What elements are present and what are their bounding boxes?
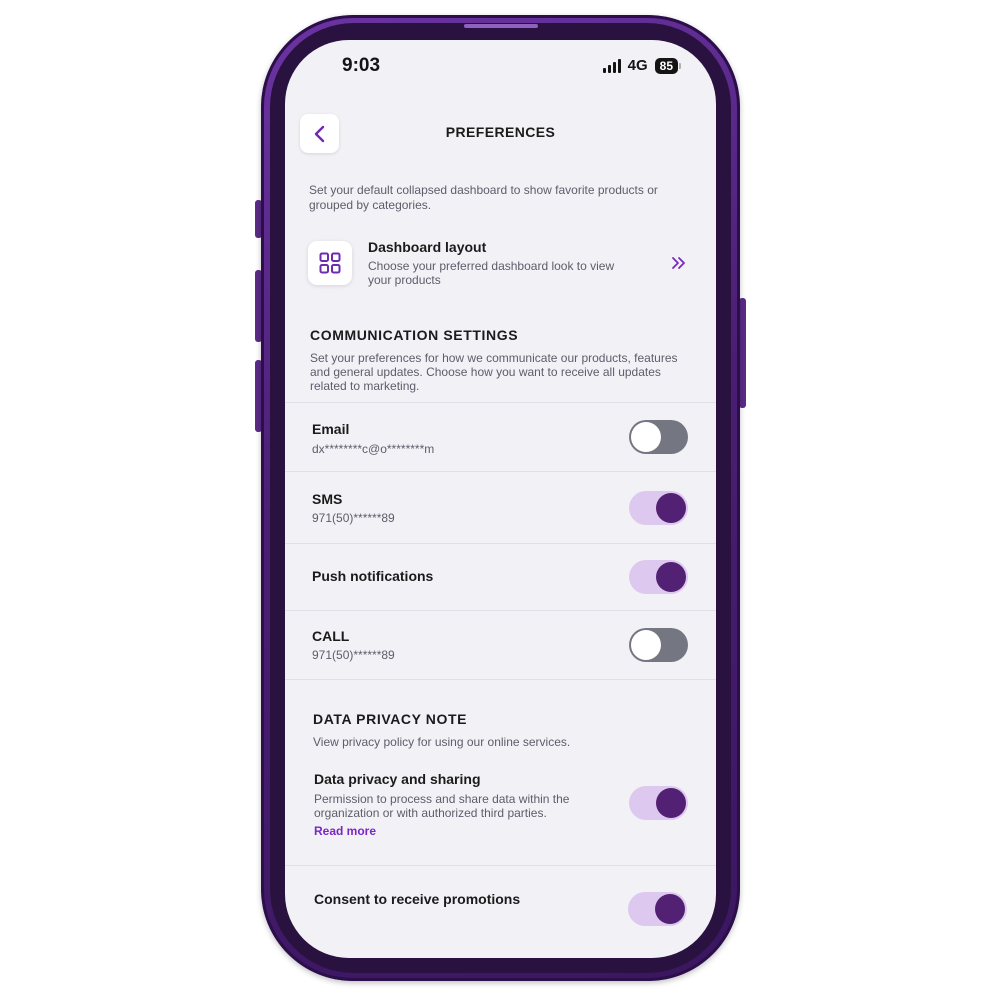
communication-settings-heading: COMMUNICATION SETTINGS (310, 327, 519, 343)
email-value: dx********c@o********m (312, 442, 435, 456)
divider (285, 402, 716, 403)
promotions-toggle[interactable] (628, 892, 687, 926)
push-notifications-title: Push notifications (312, 568, 434, 584)
email-toggle[interactable] (629, 420, 688, 454)
dashboard-layout-icon-box (308, 241, 352, 285)
push-notifications-toggle[interactable] (629, 560, 688, 594)
data-privacy-sharing-title: Data privacy and sharing (314, 771, 481, 787)
data-privacy-description: View privacy policy for using our online… (313, 735, 571, 749)
divider (285, 679, 716, 680)
intro-text: Set your default collapsed dashboard to … (309, 183, 658, 212)
dashboard-layout-description: Choose your preferred dashboard look to … (368, 259, 615, 287)
call-value: 971(50)******89 (312, 648, 395, 662)
network-type: 4G (627, 57, 648, 74)
signal-icon (602, 58, 621, 73)
divider (285, 865, 716, 866)
dashboard-layout-title: Dashboard layout (368, 239, 487, 255)
sms-title: SMS (312, 491, 343, 507)
status-time: 9:03 (342, 55, 381, 76)
battery-level: 85 (654, 57, 678, 74)
communication-settings-description: Set your preferences for how we communic… (310, 351, 678, 393)
divider (285, 471, 716, 472)
grid-icon (319, 252, 341, 274)
call-title: CALL (312, 628, 350, 644)
power-button[interactable] (739, 298, 746, 408)
data-privacy-heading: DATA PRIVACY NOTE (313, 711, 468, 727)
double-chevron-right-icon[interactable] (671, 255, 687, 271)
sms-toggle[interactable] (629, 491, 688, 525)
status-indicators: 4G 85 (602, 57, 681, 74)
data-privacy-sharing-description: Permission to process and share data wit… (314, 792, 570, 820)
divider (285, 543, 716, 544)
battery-icon: 85 (654, 57, 681, 74)
data-privacy-sharing-toggle[interactable] (629, 786, 688, 820)
divider (285, 610, 716, 611)
phone-screen: 9:03 4G 85 PREFERENCES Set your default … (285, 40, 716, 958)
promotions-title: Consent to receive promotions (314, 891, 521, 907)
page-title: PREFERENCES (445, 124, 556, 140)
call-toggle[interactable] (629, 628, 688, 662)
speaker-grille (464, 24, 538, 28)
read-more-link[interactable]: Read more (314, 824, 376, 838)
email-title: Email (312, 421, 350, 437)
sms-value: 971(50)******89 (312, 511, 395, 525)
